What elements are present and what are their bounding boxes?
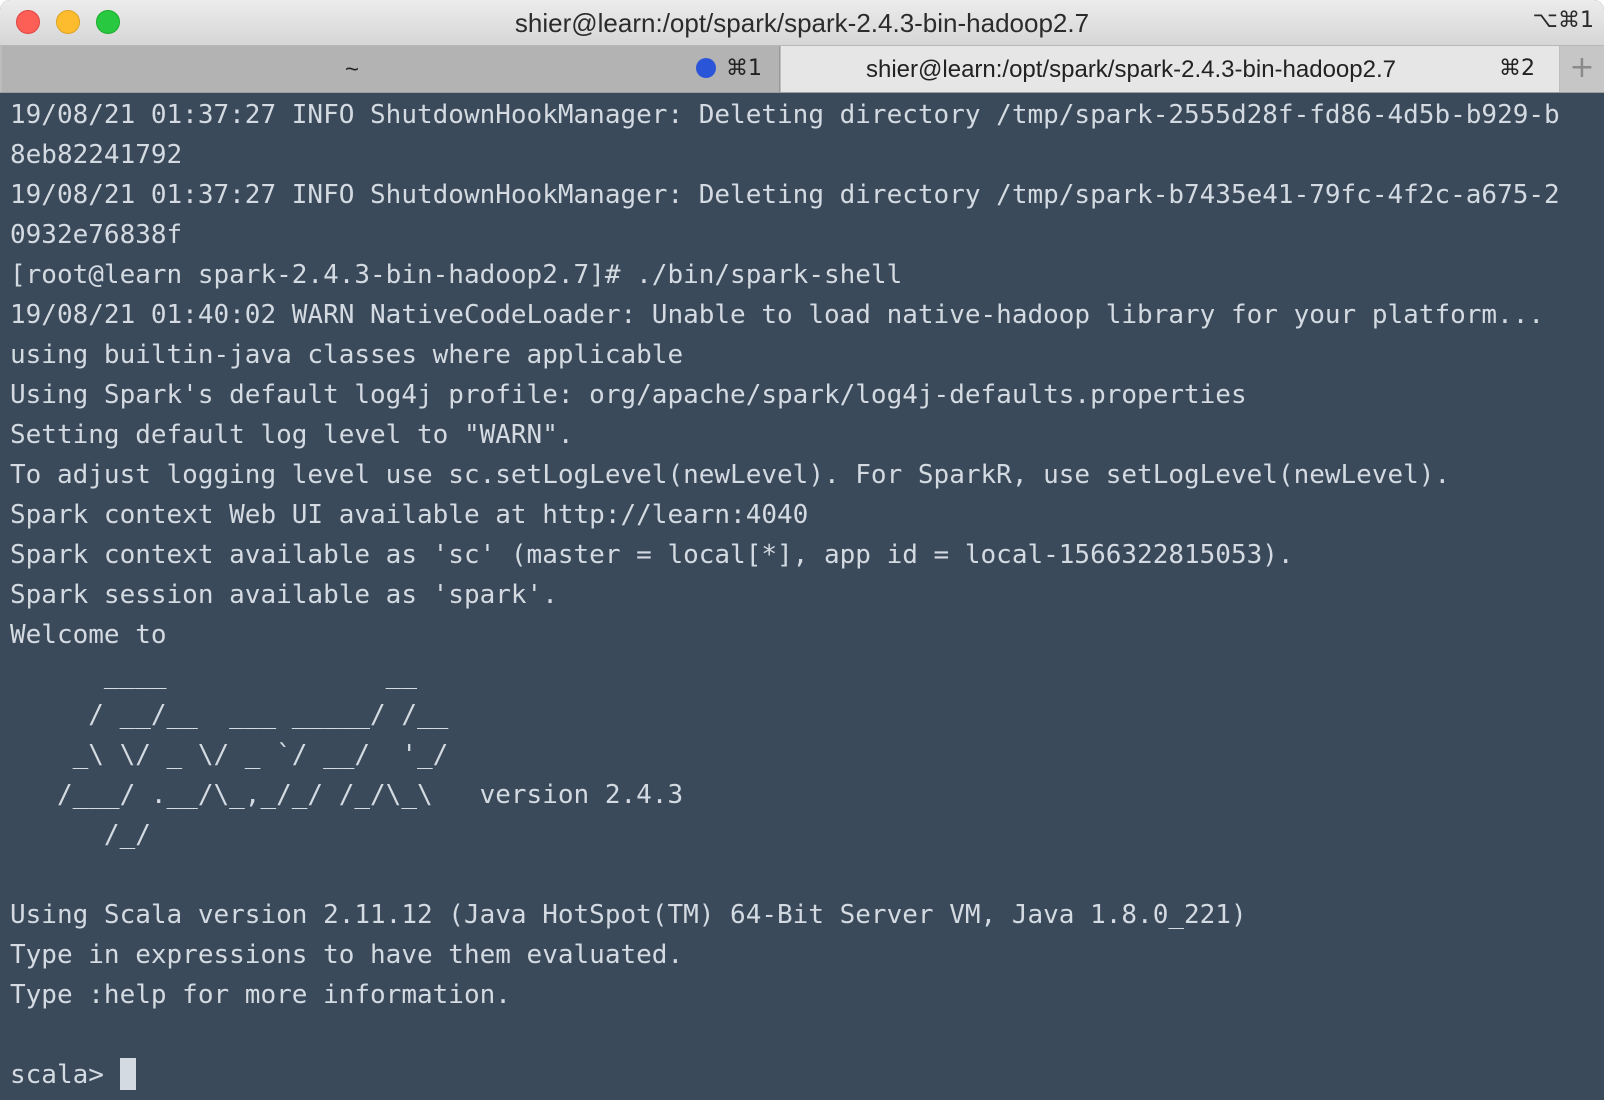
tab-label: shier@learn:/opt/spark/spark-2.4.3-bin-h… <box>866 56 1396 83</box>
tab-label: ~ <box>344 56 359 83</box>
tab-shortcut: ⌘2 <box>1499 56 1535 81</box>
tab-shortcut: ⌘1 <box>726 56 762 81</box>
terminal-line: [root@learn spark-2.4.3-bin-hadoop2.7]# … <box>10 260 903 290</box>
terminal-window: shier@learn:/opt/spark/spark-2.4.3-bin-h… <box>0 0 1604 1100</box>
terminal-line: /_/ <box>10 820 151 850</box>
terminal-line: To adjust logging level use sc.setLogLev… <box>10 460 1451 490</box>
terminal-line: Setting default log level to "WARN". <box>10 420 574 450</box>
terminal-line: / __/__ ___ _____/ /__ <box>10 700 449 730</box>
window-shortcut: ⌥⌘1 <box>1532 8 1594 33</box>
terminal-line: Spark context Web UI available at http:/… <box>10 500 809 530</box>
activity-indicator-icon <box>696 58 716 78</box>
terminal-line: Using Spark's default log4j profile: org… <box>10 380 1247 410</box>
terminal-line: ____ __ <box>10 660 417 690</box>
terminal-line: Welcome to <box>10 620 167 650</box>
terminal-line: 19/08/21 01:37:27 INFO ShutdownHookManag… <box>10 180 1560 210</box>
terminal-line: 19/08/21 01:40:02 WARN NativeCodeLoader:… <box>10 300 1545 330</box>
terminal-line: 19/08/21 01:37:27 INFO ShutdownHookManag… <box>10 100 1560 130</box>
terminal-line: Type in expressions to have them evaluat… <box>10 940 684 970</box>
terminal-line: /___/ .__/\_,_/_/ /_/\_\ version 2.4.3 <box>10 780 684 810</box>
terminal-line: Type :help for more information. <box>10 980 511 1010</box>
title-bar[interactable]: shier@learn:/opt/spark/spark-2.4.3-bin-h… <box>0 0 1604 46</box>
tab-home[interactable]: ~ ⌘1 <box>2 46 780 92</box>
text-cursor <box>119 1058 136 1090</box>
prompt: scala> <box>10 1060 120 1090</box>
terminal-line: Spark session available as 'spark'. <box>10 580 558 610</box>
terminal-line: _\ \/ _ \/ _ `/ __/ '_/ <box>10 740 449 770</box>
terminal-line: Spark context available as 'sc' (master … <box>10 540 1294 570</box>
window-title: shier@learn:/opt/spark/spark-2.4.3-bin-h… <box>514 8 1090 38</box>
terminal-line: Using Scala version 2.11.12 (Java HotSpo… <box>10 900 1247 930</box>
terminal-line: 8eb82241792 <box>10 140 183 170</box>
terminal-line: using builtin-java classes where applica… <box>10 340 684 370</box>
tab-bar: ~ ⌘1 shier@learn:/opt/spark/spark-2.4.3-… <box>0 46 1604 93</box>
terminal-line: 0932e76838f <box>10 220 183 250</box>
terminal-output[interactable]: 19/08/21 01:37:27 INFO ShutdownHookManag… <box>0 93 1604 1100</box>
prompt-line[interactable]: scala> <box>10 1055 1594 1095</box>
new-tab-button[interactable]: + <box>1560 46 1604 92</box>
tab-spark[interactable]: shier@learn:/opt/spark/spark-2.4.3-bin-h… <box>781 46 1559 92</box>
